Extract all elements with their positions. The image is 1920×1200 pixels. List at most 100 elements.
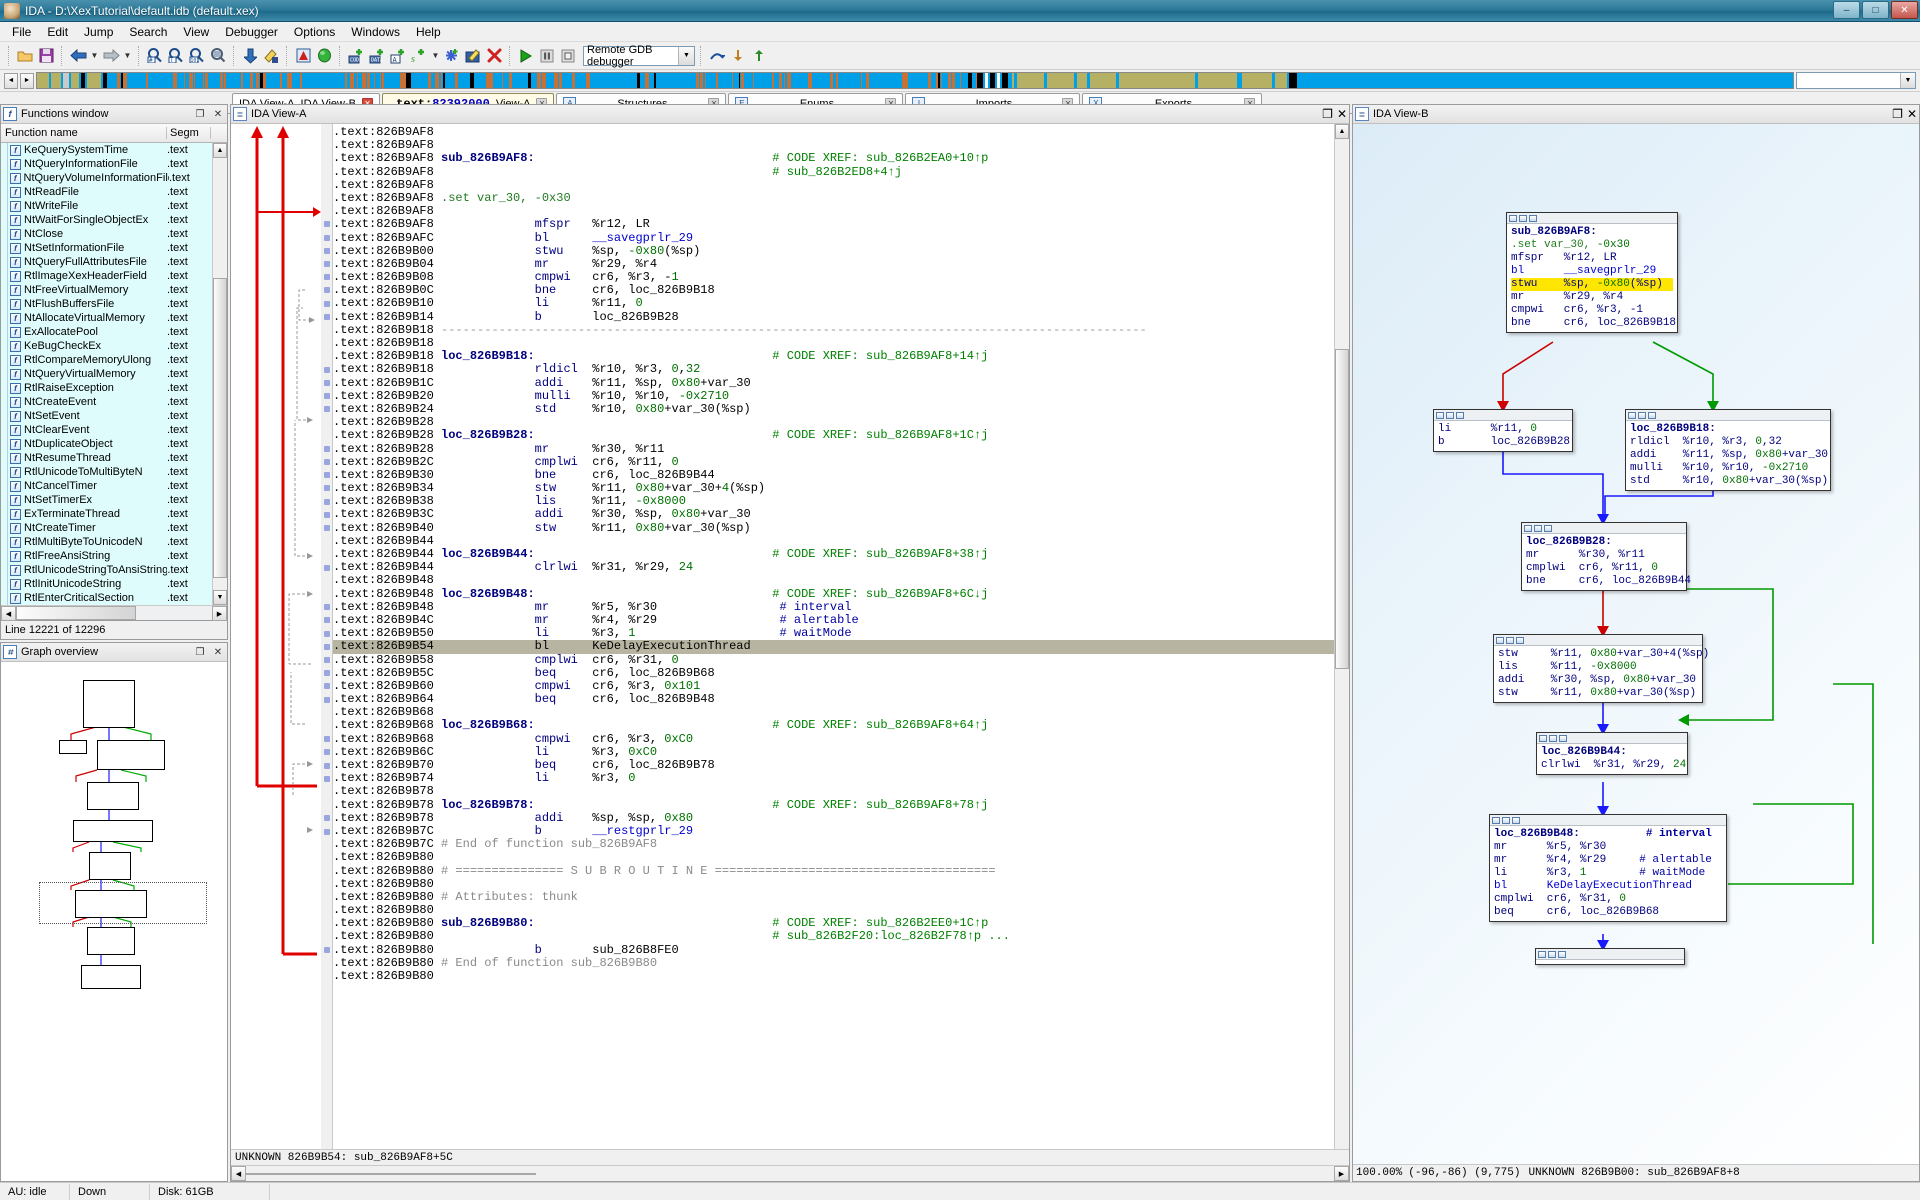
breakpoint-marker[interactable] xyxy=(324,697,330,703)
disasm-line[interactable]: .text:826B9AF8 # sub_826B2ED8+4↑j xyxy=(333,166,1349,179)
breakpoint-marker[interactable] xyxy=(324,525,330,531)
breakpoint-marker[interactable] xyxy=(324,459,330,465)
breakpoint-marker[interactable] xyxy=(324,631,330,637)
alert-icon[interactable] xyxy=(293,46,313,66)
breakpoint-marker[interactable] xyxy=(324,472,330,478)
forward-dropdown-icon[interactable]: ▼ xyxy=(122,51,133,60)
menu-item-search[interactable]: Search xyxy=(121,23,175,41)
menu-item-jump[interactable]: Jump xyxy=(76,23,121,41)
forward-arrow-icon[interactable] xyxy=(101,46,121,66)
function-list-row[interactable]: fNtReadFile.text· xyxy=(1,185,227,199)
disassembly-vscrollbar[interactable]: ▲ xyxy=(1334,124,1349,1149)
function-list-row[interactable]: fNtWriteFile.text· xyxy=(1,199,227,213)
graph-node[interactable]: loc_826B9B28:mr %r30, %r11cmplwi cr6, %r… xyxy=(1521,522,1687,591)
function-list-row[interactable]: fNtSetTimerEx.text· xyxy=(1,493,227,507)
function-list-row[interactable]: fRtlEnterCriticalSection.text· xyxy=(1,591,227,605)
graph-overview-canvas[interactable] xyxy=(1,662,227,1181)
chevron-down-icon[interactable]: ▼ xyxy=(1900,73,1915,88)
breakpoint-marker[interactable] xyxy=(324,565,330,571)
step-over-icon[interactable] xyxy=(707,46,727,66)
functions-list[interactable]: fKeQuerySystemTime.text·fNtQueryInformat… xyxy=(1,143,227,605)
disasm-line[interactable]: .text:826B9AF8 mfspr %r12, LR xyxy=(333,218,1349,231)
breakpoint-marker[interactable] xyxy=(324,657,330,663)
restore-icon[interactable]: ❐ xyxy=(1892,107,1903,121)
function-graph-canvas[interactable]: sub_826B9AF8:.set var_30, -0x30mfspr %r1… xyxy=(1353,124,1919,1164)
nav-prev-button[interactable]: ◄ xyxy=(4,73,18,89)
breakpoint-marker[interactable] xyxy=(324,367,330,373)
function-list-row[interactable]: fNtCancelTimer.text· xyxy=(1,479,227,493)
graph-node[interactable]: loc_826B9B48: # intervalmr %r5, %r30mr %… xyxy=(1489,814,1727,922)
disasm-line[interactable]: .text:826B9B68 loc_826B9B68: # CODE XREF… xyxy=(333,719,1349,732)
disasm-line[interactable]: .text:826B9AFC bl __savegprlr_29 xyxy=(333,232,1349,245)
disasm-line[interactable]: .text:826B9B24 std %r10, 0x80+var_30(%sp… xyxy=(333,403,1349,416)
navigator-zoom-select[interactable]: ▼ xyxy=(1796,72,1916,89)
breakpoint-marker[interactable] xyxy=(324,604,330,610)
vscroll-thumb[interactable] xyxy=(213,278,227,578)
breakpoint-marker[interactable] xyxy=(324,446,330,452)
disasm-line[interactable]: .text:826B9AF8 .set var_30, -0x30 xyxy=(333,192,1349,205)
disasm-line[interactable]: .text:826B9B5C beq cr6, loc_826B9B68 xyxy=(333,667,1349,680)
step-out-icon[interactable] xyxy=(749,46,769,66)
column-header-segment[interactable]: Segm xyxy=(167,127,211,139)
function-list-row[interactable]: fNtWaitForSingleObjectEx.text· xyxy=(1,213,227,227)
disasm-line[interactable]: .text:826B9B3C addi %r30, %sp, 0x80+var_… xyxy=(333,508,1349,521)
make-array-icon[interactable] xyxy=(442,46,462,66)
disasm-line[interactable]: .text:826B9B64 beq cr6, loc_826B9B48 xyxy=(333,693,1349,706)
function-list-row[interactable]: fRtlUnicodeToMultiByteN.text· xyxy=(1,465,227,479)
menu-item-view[interactable]: View xyxy=(175,23,217,41)
scroll-left-button[interactable]: ◀ xyxy=(1,606,16,621)
breakpoint-marker[interactable] xyxy=(324,763,330,769)
search-text-icon[interactable]: T xyxy=(166,46,186,66)
scroll-up-button[interactable]: ▲ xyxy=(1335,124,1349,139)
function-list-row[interactable]: fNtCreateTimer.text· xyxy=(1,521,227,535)
menu-item-options[interactable]: Options xyxy=(286,23,343,41)
breakpoint-marker[interactable] xyxy=(324,499,330,505)
menu-item-file[interactable]: File xyxy=(4,23,39,41)
disasm-line[interactable]: .text:826B9B18 -------------------------… xyxy=(333,324,1349,337)
function-list-row[interactable]: fNtSetInformationFile.text· xyxy=(1,241,227,255)
disasm-line[interactable]: .text:826B9B10 li %r11, 0 xyxy=(333,297,1349,310)
disasm-line[interactable]: .text:826B9B80 # End of function sub_826… xyxy=(333,957,1349,970)
scroll-right-button[interactable]: ▶ xyxy=(1334,1166,1349,1181)
breakpoint-marker[interactable] xyxy=(324,736,330,742)
functions-hscrollbar[interactable]: ◀ ▶ xyxy=(1,605,227,620)
delete-icon[interactable] xyxy=(484,46,504,66)
chevron-down-icon[interactable]: ▼ xyxy=(678,47,694,65)
disasm-line[interactable]: .text:826B9B58 cmplwi cr6, %r31, 0 xyxy=(333,654,1349,667)
overview-viewport-rect[interactable] xyxy=(39,882,207,924)
function-list-row[interactable]: fNtFlushBuffersFile.text· xyxy=(1,297,227,311)
disasm-line[interactable]: .text:826B9B28 loc_826B9B28: # CODE XREF… xyxy=(333,429,1349,442)
hscroll-track[interactable] xyxy=(136,606,212,620)
disassembly-listing[interactable]: .text:826B9AF8.text:826B9AF8.text:826B9A… xyxy=(333,124,1349,1149)
make-struct-dropdown-icon[interactable]: ▼ xyxy=(430,51,441,60)
breakpoint-marker[interactable] xyxy=(324,815,330,821)
pause-icon[interactable] xyxy=(537,46,557,66)
disasm-line[interactable]: .text:826B9B80 xyxy=(333,970,1349,983)
function-list-row[interactable]: fNtFreeVirtualMemory.text· xyxy=(1,283,227,297)
disasm-line[interactable]: .text:826B9B7C # End of function sub_826… xyxy=(333,838,1349,851)
disasm-line[interactable]: .text:826B9B18 rldicl %r10, %r3, 0,32 xyxy=(333,363,1349,376)
disasm-line[interactable]: .text:826B9B68 cmpwi cr6, %r3, 0xC0 xyxy=(333,733,1349,746)
ida-view-a-body[interactable]: .text:826B9AF8.text:826B9AF8.text:826B9A… xyxy=(231,124,1349,1149)
breakpoint-marker[interactable] xyxy=(324,261,330,267)
window-controls[interactable]: – □ ✕ xyxy=(1833,1,1918,19)
close-icon[interactable]: ✕ xyxy=(211,645,225,659)
graph-node[interactable]: loc_826B9B18:rldicl %r10, %r3, 0,32addi … xyxy=(1625,409,1831,491)
breakpoint-marker[interactable] xyxy=(324,287,330,293)
function-list-row[interactable]: fExAllocatePool.text· xyxy=(1,325,227,339)
function-list-row[interactable]: fNtResumeThread.text· xyxy=(1,451,227,465)
function-list-row[interactable]: fNtQueryVolumeInformationFile.text· xyxy=(1,171,227,185)
graph-node[interactable]: stw %r11, 0x80+var_30+4(%sp)lis %r11, -0… xyxy=(1493,634,1703,703)
function-list-row[interactable]: fNtDuplicateObject.text· xyxy=(1,437,227,451)
restore-icon[interactable]: ❐ xyxy=(193,645,207,659)
breakpoint-marker[interactable] xyxy=(324,776,330,782)
green-circle-icon[interactable] xyxy=(314,46,334,66)
menu-item-debugger[interactable]: Debugger xyxy=(217,23,286,41)
vscroll-thumb[interactable] xyxy=(1335,349,1349,669)
open-file-icon[interactable] xyxy=(15,46,35,66)
restore-icon[interactable]: ❐ xyxy=(193,107,207,121)
disasm-line[interactable]: .text:826B9B78 loc_826B9B78: # CODE XREF… xyxy=(333,799,1349,812)
disasm-line[interactable]: .text:826B9B00 stwu %sp, -0x80(%sp) xyxy=(333,245,1349,258)
disasm-line[interactable]: .text:826B9B44 clrlwi %r31, %r29, 24 xyxy=(333,561,1349,574)
breakpoint-marker[interactable] xyxy=(324,393,330,399)
